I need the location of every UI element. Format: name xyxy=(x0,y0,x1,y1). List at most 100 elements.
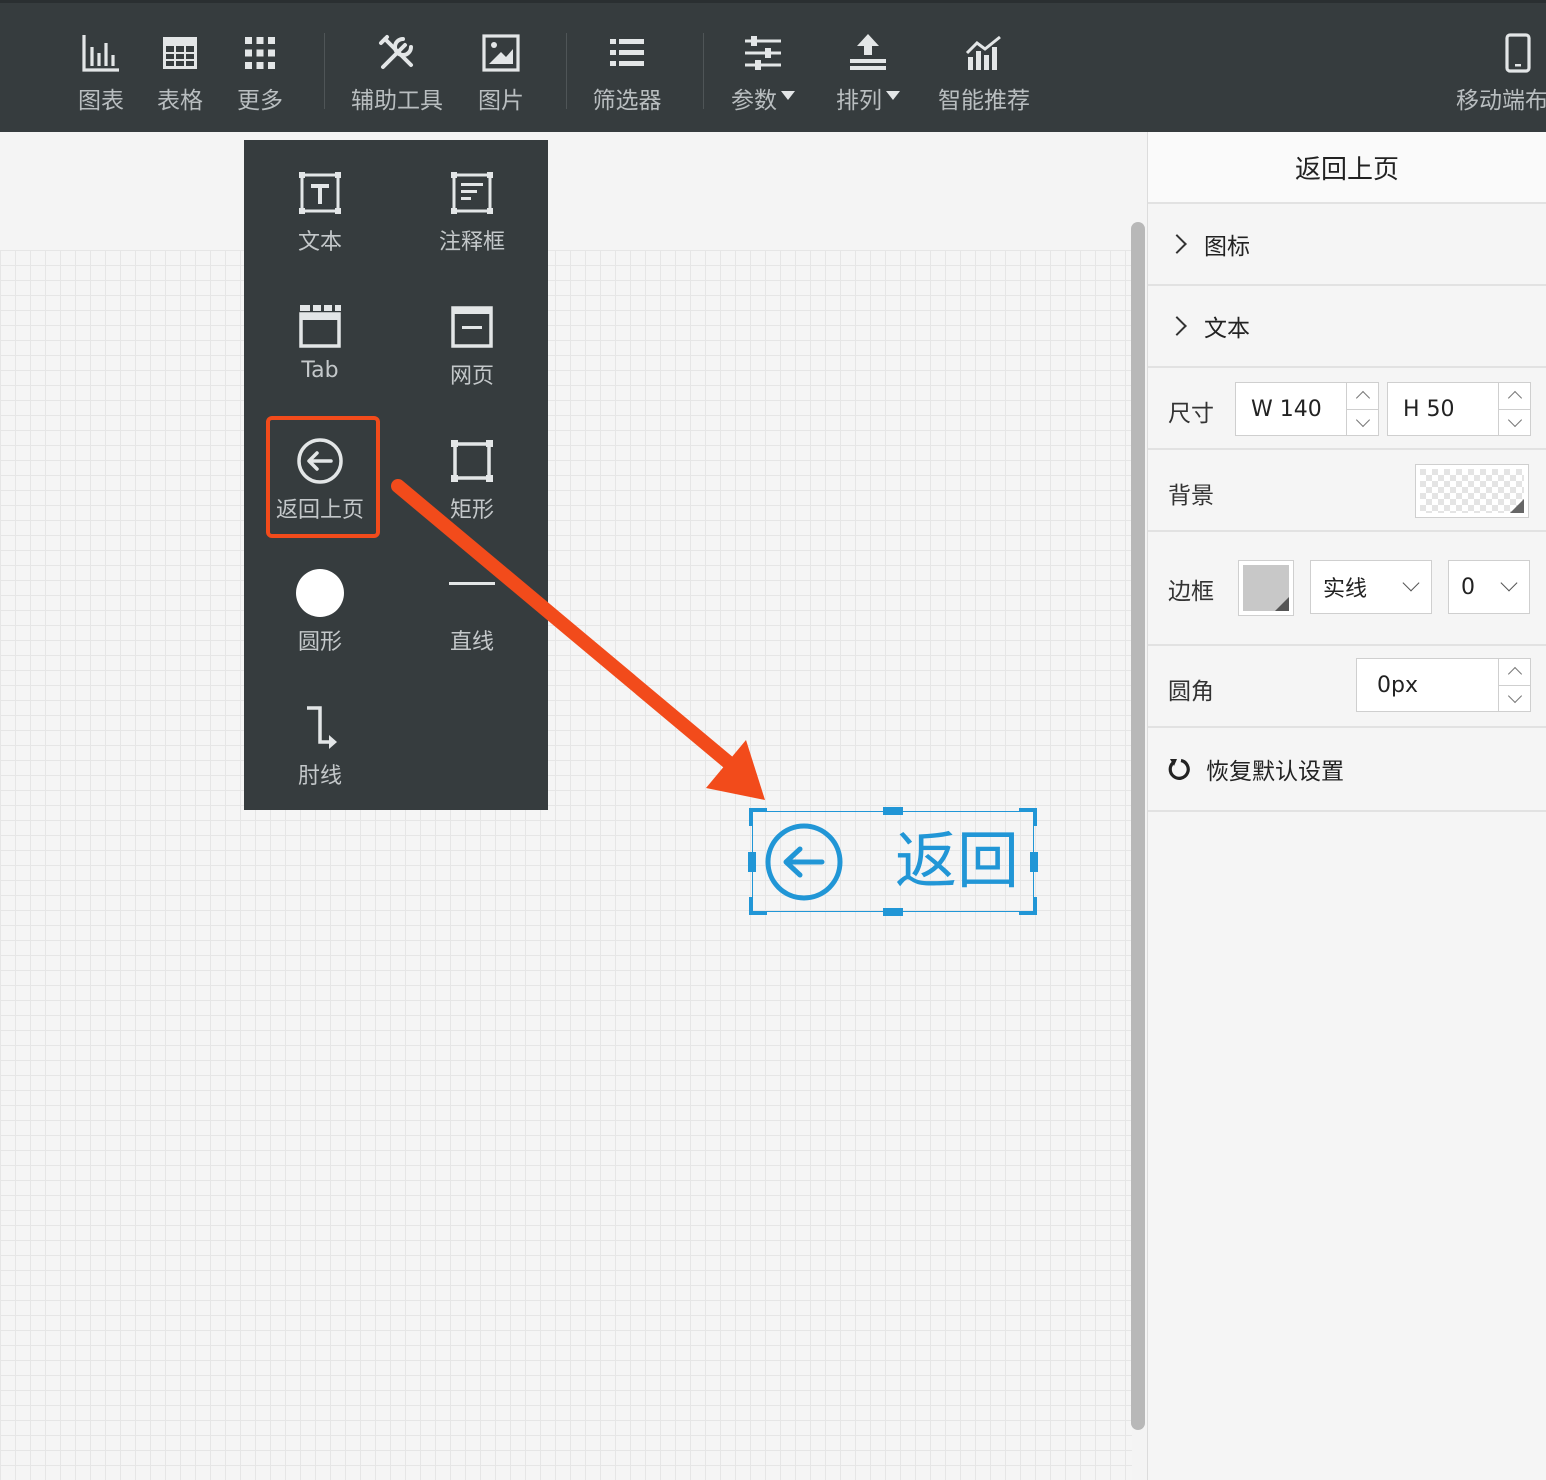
property-panel-title: 返回上页 xyxy=(1148,132,1546,204)
toolbar-tools[interactable]: 辅助工具 xyxy=(348,31,446,121)
chevron-down-icon xyxy=(1355,412,1370,427)
resize-handle-top-right[interactable] xyxy=(1019,808,1037,826)
toolbar-mobile[interactable]: 移动端布 xyxy=(1456,31,1546,121)
toolbar-params-text: 参数 xyxy=(731,88,777,114)
component-back-page[interactable]: 返回上页 xyxy=(260,436,380,546)
toolbar-tools-label: 辅助工具 xyxy=(351,88,443,114)
sliders-icon xyxy=(745,36,781,70)
toolbar-arrange-text: 排列 xyxy=(836,88,882,114)
component-tab[interactable]: Tab xyxy=(260,302,380,412)
component-rectangle[interactable]: 矩形 xyxy=(412,436,532,546)
resize-handle-top[interactable] xyxy=(883,807,903,815)
size-label: 尺寸 xyxy=(1168,401,1214,427)
section-icon-toggle[interactable]: 图标 xyxy=(1148,204,1546,286)
component-circle-label: 圆形 xyxy=(297,630,342,655)
component-back-page-label: 返回上页 xyxy=(275,498,364,523)
toolbar-separator xyxy=(566,33,567,109)
resize-handle-left[interactable] xyxy=(748,852,756,872)
mobile-icon xyxy=(1505,33,1531,73)
toolbar-params[interactable]: 参数 xyxy=(727,31,799,121)
resize-handle-bottom-left[interactable] xyxy=(749,897,767,915)
component-text[interactable]: 文本 xyxy=(260,168,380,278)
radius-increment-button[interactable] xyxy=(1499,659,1530,685)
toolbar-table[interactable]: 表格 xyxy=(155,31,205,121)
component-circle[interactable]: 圆形 xyxy=(260,568,380,678)
resize-handle-right[interactable] xyxy=(1030,852,1038,872)
toolbar-image[interactable]: 图片 xyxy=(476,31,526,121)
back-button-widget[interactable]: 返回 xyxy=(748,807,1038,916)
toolbar-arrange-label: 排列 xyxy=(836,81,900,115)
reset-icon xyxy=(1168,758,1190,780)
component-tab-label: Tab xyxy=(301,358,339,383)
component-line[interactable]: 直线 xyxy=(412,568,532,678)
radius-value: 0px xyxy=(1377,672,1418,698)
component-annotation[interactable]: 注释框 xyxy=(412,168,532,278)
border-color-picker[interactable] xyxy=(1238,560,1294,616)
background-row: 背景 xyxy=(1148,450,1546,532)
chevron-right-icon xyxy=(1167,316,1187,336)
reset-defaults-button[interactable]: 恢复默认设置 xyxy=(1148,728,1546,812)
chevron-up-icon xyxy=(1507,667,1522,682)
border-style-select[interactable]: 实线 xyxy=(1310,560,1432,614)
chevron-up-icon xyxy=(1355,391,1370,406)
radius-decrement-button[interactable] xyxy=(1499,684,1530,712)
caret-down-icon xyxy=(781,90,795,100)
toolbar-chart[interactable]: 图表 xyxy=(76,31,126,121)
back-arrow-circle-icon xyxy=(297,438,343,484)
chevron-down-icon xyxy=(1507,412,1522,427)
border-width-value: 0 xyxy=(1461,574,1475,600)
resize-handle-bottom-right[interactable] xyxy=(1019,897,1037,915)
toolbar-more-label: 更多 xyxy=(237,88,283,114)
reset-defaults-label: 恢复默认设置 xyxy=(1206,759,1344,785)
circle-icon xyxy=(296,569,344,617)
toolbar-params-label: 参数 xyxy=(731,81,795,115)
section-icon-label: 图标 xyxy=(1204,234,1250,260)
toolbar-arrange[interactable]: 排列 xyxy=(832,31,904,121)
height-increment-button[interactable] xyxy=(1499,383,1530,409)
property-panel: 返回上页 图标 文本 尺寸 W 140 H 50 背景 边框 实线 0 圆角 0… xyxy=(1147,132,1546,1480)
border-label: 边框 xyxy=(1168,579,1214,605)
resize-handle-top-left[interactable] xyxy=(749,808,767,826)
border-width-select[interactable]: 0 xyxy=(1448,560,1530,614)
elbow-line-icon xyxy=(307,706,337,749)
section-text-toggle[interactable]: 文本 xyxy=(1148,286,1546,368)
image-icon xyxy=(482,34,520,72)
caret-down-icon xyxy=(886,90,900,100)
toolbar-mobile-label: 移动端布 xyxy=(1456,88,1546,114)
component-webpage-label: 网页 xyxy=(449,364,494,389)
size-row: 尺寸 W 140 H 50 xyxy=(1148,368,1546,450)
background-color-picker[interactable] xyxy=(1415,464,1529,518)
radius-label: 圆角 xyxy=(1168,679,1214,705)
component-annotation-label: 注释框 xyxy=(438,230,505,255)
height-decrement-button[interactable] xyxy=(1499,408,1530,436)
height-stepper xyxy=(1498,383,1530,435)
canvas-area[interactable] xyxy=(0,132,1132,1480)
chevron-right-icon xyxy=(1167,234,1187,254)
width-input[interactable]: W 140 xyxy=(1235,382,1379,436)
height-input[interactable]: H 50 xyxy=(1387,382,1531,436)
toolbar-more[interactable]: 更多 xyxy=(235,31,285,121)
resize-handle-bottom[interactable] xyxy=(883,908,903,916)
toolbar-filter[interactable]: 筛选器 xyxy=(589,31,665,121)
component-elbow-line-label: 肘线 xyxy=(297,764,342,789)
toolbar-smart-recommend[interactable]: 智能推荐 xyxy=(936,31,1032,121)
height-value: H 50 xyxy=(1403,396,1455,422)
chevron-down-icon xyxy=(1500,574,1518,592)
width-decrement-button[interactable] xyxy=(1347,408,1378,436)
component-elbow-line[interactable]: 肘线 xyxy=(260,702,380,812)
toolbar-filter-label: 筛选器 xyxy=(592,88,662,114)
tab-icon xyxy=(299,305,341,348)
component-webpage[interactable]: 网页 xyxy=(412,302,532,412)
background-label: 背景 xyxy=(1168,483,1214,509)
section-text-label: 文本 xyxy=(1204,316,1250,342)
chevron-down-icon xyxy=(1507,688,1522,703)
top-toolbar: 图表 表格 更多 辅助工具 图片 筛选器 参数 排列 智能推荐 移动端布 xyxy=(0,0,1546,132)
width-increment-button[interactable] xyxy=(1347,383,1378,409)
toolbar-chart-label: 图表 xyxy=(78,88,124,114)
grid-dots-icon xyxy=(245,37,275,69)
component-line-label: 直线 xyxy=(449,630,494,655)
border-row: 边框 实线 0 xyxy=(1148,532,1546,646)
border-style-value: 实线 xyxy=(1323,577,1368,602)
radius-input[interactable]: 0px xyxy=(1356,658,1531,712)
canvas-scrollbar[interactable] xyxy=(1131,222,1145,1430)
